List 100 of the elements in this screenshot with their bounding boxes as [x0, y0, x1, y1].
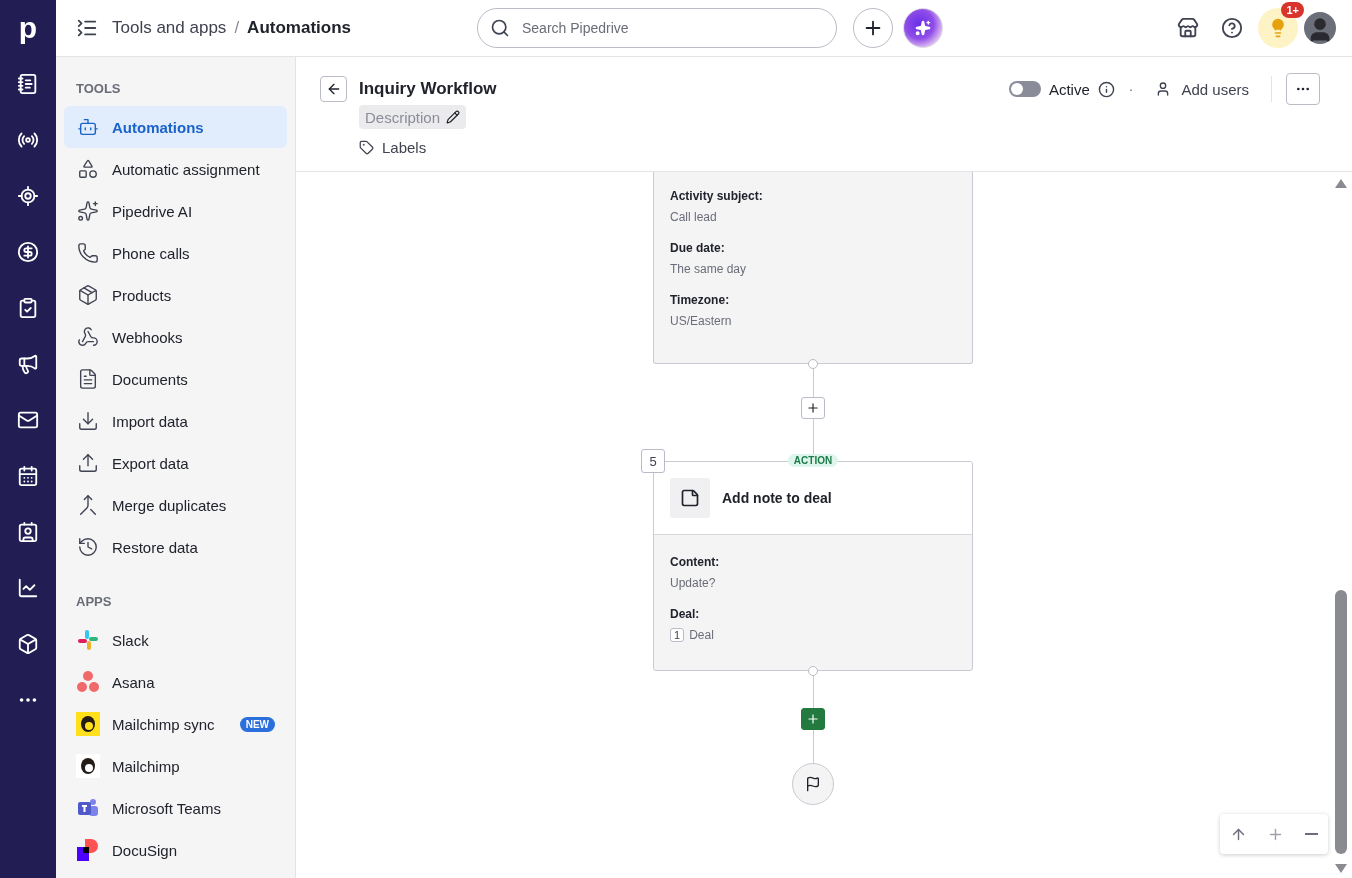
- step-number: 5: [641, 449, 665, 473]
- sidebar-item[interactable]: Export data: [64, 442, 287, 484]
- sidebar-item[interactable]: Mailchimp: [64, 745, 287, 787]
- notification-badge: 1+: [1281, 2, 1304, 18]
- sidebar-item-label: Documents: [112, 370, 188, 388]
- add-users-button[interactable]: Add users: [1147, 80, 1257, 98]
- sidebar-item[interactable]: Slack: [64, 619, 287, 661]
- sidebar-item-label: Webhooks: [112, 328, 183, 346]
- step-type-tag: ACTION: [787, 454, 839, 467]
- sidebar-item[interactable]: Restore data: [64, 526, 287, 568]
- robot-icon: [77, 116, 99, 138]
- notebook-icon[interactable]: [17, 73, 39, 95]
- sidebar-item-label: Export data: [112, 454, 189, 472]
- scroll-up-icon[interactable]: [1335, 178, 1347, 188]
- breadcrumb-separator: /: [234, 18, 240, 38]
- download-icon: [77, 410, 99, 432]
- search-icon: [490, 18, 510, 38]
- sidebar-item-label: Restore data: [112, 538, 198, 556]
- slack-logo-icon: [76, 628, 100, 652]
- contact-card-icon[interactable]: [17, 521, 39, 543]
- search-input[interactable]: Search Pipedrive: [520, 19, 824, 37]
- ai-button[interactable]: [903, 8, 943, 48]
- sidebar-item-label: Mailchimp sync: [112, 715, 215, 733]
- merge-icon: [77, 494, 99, 516]
- sidebar-item-label: Products: [112, 286, 172, 304]
- step-card[interactable]: Activity subject: Call lead Due date: The same day Timezone: US/Eastern: [653, 172, 973, 364]
- add-step-button[interactable]: [801, 708, 825, 730]
- asana-logo-icon: [76, 670, 100, 694]
- logo[interactable]: p: [0, 0, 56, 56]
- breadcrumb-link[interactable]: Tools and apps: [112, 18, 227, 38]
- sidebar-item-label: Import data: [112, 412, 188, 430]
- sidebar-item-label: Microsoft Teams: [112, 799, 221, 817]
- section-title: TOOLS: [75, 81, 122, 96]
- sparkles-icon: [77, 200, 99, 222]
- active-toggle[interactable]: [1008, 81, 1041, 97]
- scroll-down-icon[interactable]: [1335, 864, 1347, 874]
- sidebar-item[interactable]: Merge duplicates: [64, 484, 287, 526]
- dollar-icon[interactable]: [17, 241, 39, 263]
- sidebar-item[interactable]: Products: [64, 274, 287, 316]
- field-label: Timezone:: [670, 293, 731, 307]
- sidebar-item-label: Pipedrive AI: [112, 202, 193, 220]
- plus-icon: [806, 401, 820, 415]
- add-step-button[interactable]: [801, 397, 825, 419]
- upload-icon: [77, 452, 99, 474]
- sidebar-item[interactable]: Phone calls: [64, 232, 287, 274]
- sparkles-icon: [915, 20, 931, 36]
- phone-icon: [77, 242, 99, 264]
- history-icon: [77, 536, 99, 558]
- avatar[interactable]: [1304, 12, 1336, 44]
- clipboard-check-icon[interactable]: [17, 297, 39, 319]
- field-label: Due date:: [670, 241, 726, 255]
- active-label: Active: [1048, 80, 1090, 98]
- sidebar-item[interactable]: Automatic assignment: [64, 148, 287, 190]
- megaphone-icon[interactable]: [17, 353, 39, 375]
- sidebar-item[interactable]: Microsoft Teams: [64, 787, 287, 829]
- sidebar-item[interactable]: Import data: [64, 400, 287, 442]
- pencil-icon: [446, 110, 461, 124]
- shapes-icon: [77, 158, 99, 180]
- sidebar-item[interactable]: Webhooks: [64, 316, 287, 358]
- document-icon: [77, 368, 99, 390]
- sidebar-item-label: Automations: [112, 118, 204, 136]
- minus-icon: [1304, 833, 1318, 835]
- box-icon[interactable]: [17, 633, 39, 655]
- field-value: US/Eastern: [670, 314, 733, 328]
- sidebar-item-label: Phone calls: [112, 244, 190, 262]
- sidebar-item[interactable]: Asana: [64, 661, 287, 703]
- new-badge: NEW: [239, 716, 275, 732]
- labels-button[interactable]: Labels: [359, 139, 427, 156]
- field-value: Update?: [670, 576, 717, 590]
- chart-icon[interactable]: [17, 577, 39, 599]
- scrollbar-thumb[interactable]: [1335, 590, 1347, 854]
- sidebar-item[interactable]: Mailchimp sync NEW: [64, 703, 287, 745]
- menu-icon[interactable]: [76, 17, 98, 39]
- back-button[interactable]: [320, 76, 347, 102]
- calendar-icon[interactable]: [17, 465, 39, 487]
- add-button[interactable]: [853, 8, 893, 48]
- field-value: Deal: [689, 628, 714, 642]
- info-icon[interactable]: [1097, 80, 1115, 98]
- mail-icon[interactable]: [17, 409, 39, 431]
- sidebar-item[interactable]: Automations: [64, 106, 287, 148]
- sidebar-item-label: Merge duplicates: [112, 496, 227, 514]
- section-title: APPS: [75, 594, 113, 609]
- step-title: Add note to deal: [722, 490, 832, 506]
- note-icon: [670, 478, 710, 518]
- tag-icon: [359, 140, 374, 155]
- webhook-icon: [77, 326, 99, 348]
- breadcrumb-current: Automations: [247, 18, 351, 38]
- sidebar-item-label: Mailchimp: [112, 757, 180, 775]
- target-icon[interactable]: [17, 185, 39, 207]
- flag-icon: [805, 776, 821, 792]
- lightbulb-button[interactable]: [1258, 8, 1298, 48]
- field-label: Deal:: [670, 607, 701, 621]
- sidebar-item[interactable]: Documents: [64, 358, 287, 400]
- sidebar-item[interactable]: Pipedrive AI: [64, 190, 287, 232]
- separator-dot: ·: [1128, 81, 1134, 97]
- sidebar-item-label: Automatic assignment: [112, 160, 260, 178]
- package-icon: [77, 284, 99, 306]
- sidebar-item[interactable]: DocuSign: [64, 829, 287, 871]
- field-label: Content:: [670, 555, 721, 569]
- plus-icon: [806, 712, 820, 726]
